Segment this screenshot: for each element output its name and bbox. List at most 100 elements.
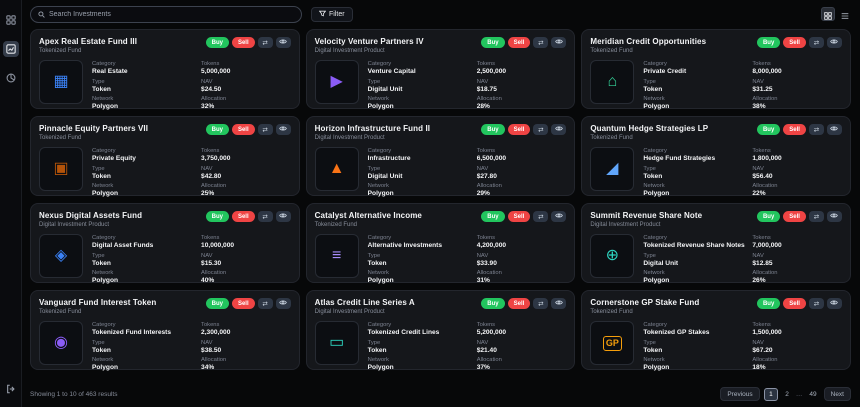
type-label: Type	[367, 252, 381, 259]
network-cell: Network Polygon	[92, 183, 195, 197]
sidebar-item-investments[interactable]	[2, 41, 19, 57]
buy-button[interactable]: Buy	[756, 298, 781, 309]
buy-button[interactable]: Buy	[756, 211, 781, 222]
card-header: Quantum Hedge Strategies LP Tokenized Fu…	[590, 124, 842, 141]
sidebar-item-dashboard[interactable]	[3, 12, 19, 28]
filter-button[interactable]: Filter	[311, 6, 353, 22]
card-body: ▣ Category Private Equity Tokens 3,750,0…	[39, 147, 291, 197]
sell-button[interactable]: Sell	[783, 211, 806, 222]
card-title-block: Apex Real Estate Fund III Tokenized Fund	[39, 37, 137, 54]
transfer-button[interactable]: ⇄	[257, 124, 273, 135]
sell-button[interactable]: Sell	[783, 37, 806, 48]
sell-button[interactable]: Sell	[507, 124, 531, 135]
type-cell: Type Token	[643, 166, 746, 180]
buy-button[interactable]: Buy	[205, 124, 229, 135]
sidebar-item-analytics[interactable]	[3, 70, 19, 86]
transfer-button[interactable]: ⇄	[808, 37, 824, 48]
transfer-button[interactable]: ⇄	[533, 124, 549, 135]
grid-view-button[interactable]	[821, 7, 835, 21]
sell-button[interactable]: Sell	[507, 37, 531, 48]
view-details-button[interactable]	[275, 124, 291, 135]
allocation-cell: Allocation 38%	[752, 96, 842, 110]
investment-card[interactable]: Meridian Credit Opportunities Tokenized …	[581, 29, 851, 110]
sell-button[interactable]: Sell	[231, 298, 255, 309]
view-details-button[interactable]	[275, 37, 291, 48]
view-details-button[interactable]	[551, 124, 567, 135]
card-actions: Buy Sell ⇄	[205, 124, 291, 135]
buy-button[interactable]: Buy	[756, 37, 781, 48]
sell-button[interactable]: Sell	[507, 298, 531, 309]
view-details-button[interactable]	[826, 37, 842, 48]
allocation-label: Allocation	[476, 357, 502, 363]
transfer-button[interactable]: ⇄	[257, 211, 273, 222]
buy-button[interactable]: Buy	[481, 37, 505, 48]
investment-card[interactable]: Atlas Credit Line Series A Digital Inves…	[305, 290, 576, 371]
view-details-button[interactable]	[551, 211, 567, 222]
card-title: Horizon Infrastructure Fund II	[314, 124, 431, 133]
buy-button[interactable]: Buy	[205, 211, 229, 222]
buy-button[interactable]: Buy	[756, 124, 781, 135]
card-title: Nexus Digital Assets Fund	[39, 211, 143, 220]
card-thumbnail: ▦	[39, 60, 83, 104]
view-details-button[interactable]	[551, 298, 567, 309]
view-details-button[interactable]	[551, 37, 567, 48]
transfer-button[interactable]: ⇄	[808, 124, 824, 135]
buy-button[interactable]: Buy	[205, 298, 229, 309]
page-2-button[interactable]: 2	[782, 388, 792, 400]
next-page-button[interactable]: Next	[823, 387, 851, 401]
sell-button[interactable]: Sell	[783, 124, 806, 135]
category-value: Private Equity	[92, 155, 136, 162]
network-label: Network	[367, 357, 389, 363]
investment-card[interactable]: Horizon Infrastructure Fund II Digital I…	[305, 116, 576, 197]
transfer-button[interactable]: ⇄	[808, 298, 824, 309]
view-details-button[interactable]	[826, 298, 842, 309]
view-details-button[interactable]	[826, 211, 842, 222]
sell-button[interactable]: Sell	[507, 211, 531, 222]
transfer-button[interactable]: ⇄	[533, 298, 549, 309]
category-label: Category	[92, 322, 116, 328]
nav-cell: NAV $15.30	[201, 253, 291, 267]
category-value: Digital Asset Funds	[92, 242, 154, 249]
buy-button[interactable]: Buy	[481, 298, 505, 309]
transfer-button[interactable]: ⇄	[257, 37, 273, 48]
view-details-button[interactable]	[275, 298, 291, 309]
investment-card[interactable]: Pinnacle Equity Partners VII Tokenized F…	[30, 116, 300, 197]
sell-button[interactable]: Sell	[783, 298, 806, 309]
card-data-grid: Category Real Estate Tokens 5,000,000 Ty…	[92, 60, 291, 110]
view-details-button[interactable]	[826, 124, 842, 135]
network-label: Network	[92, 183, 114, 189]
transfer-button[interactable]: ⇄	[808, 211, 824, 222]
transfer-button[interactable]: ⇄	[533, 211, 549, 222]
investment-card[interactable]: Summit Revenue Share Note Digital Invest…	[581, 203, 851, 284]
investment-card[interactable]: Velocity Venture Partners IV Digital Inv…	[305, 29, 576, 110]
nav-cell: NAV $67.20	[752, 340, 842, 354]
page-1-button[interactable]: 1	[763, 387, 779, 401]
view-details-button[interactable]	[275, 211, 291, 222]
buy-button[interactable]: Buy	[481, 211, 505, 222]
previous-page-button[interactable]: Previous	[720, 387, 760, 401]
sell-button[interactable]: Sell	[231, 124, 255, 135]
buy-button[interactable]: Buy	[205, 37, 229, 48]
investment-card[interactable]: Quantum Hedge Strategies LP Tokenized Fu…	[581, 116, 851, 197]
investment-card[interactable]: Apex Real Estate Fund III Tokenized Fund…	[30, 29, 300, 110]
card-title: Quantum Hedge Strategies LP	[590, 124, 709, 133]
investment-card[interactable]: Catalyst Alternative Income Tokenized Fu…	[305, 203, 576, 284]
transfer-button[interactable]: ⇄	[533, 37, 549, 48]
allocation-cell: Allocation 31%	[477, 270, 567, 284]
transfer-button[interactable]: ⇄	[257, 298, 273, 309]
logout-button[interactable]	[3, 381, 19, 397]
card-title-block: Horizon Infrastructure Fund II Digital I…	[315, 124, 430, 141]
network-cell: Network Polygon	[643, 357, 746, 371]
category-label: Category	[367, 148, 392, 154]
investment-card[interactable]: Vanguard Fund Interest Token Tokenized F…	[30, 290, 300, 371]
investment-card[interactable]: Cornerstone GP Stake Fund Tokenized Fund…	[581, 290, 851, 371]
investment-card[interactable]: Nexus Digital Assets Fund Digital Invest…	[30, 203, 300, 284]
search-input[interactable]	[49, 10, 294, 18]
sell-button[interactable]: Sell	[231, 37, 255, 48]
tokens-label: Tokens	[476, 61, 496, 67]
page-49-button[interactable]: 49	[806, 388, 819, 400]
list-view-button[interactable]	[838, 7, 852, 21]
sell-button[interactable]: Sell	[231, 211, 255, 222]
buy-button[interactable]: Buy	[481, 124, 505, 135]
type-value: Token	[643, 346, 663, 354]
